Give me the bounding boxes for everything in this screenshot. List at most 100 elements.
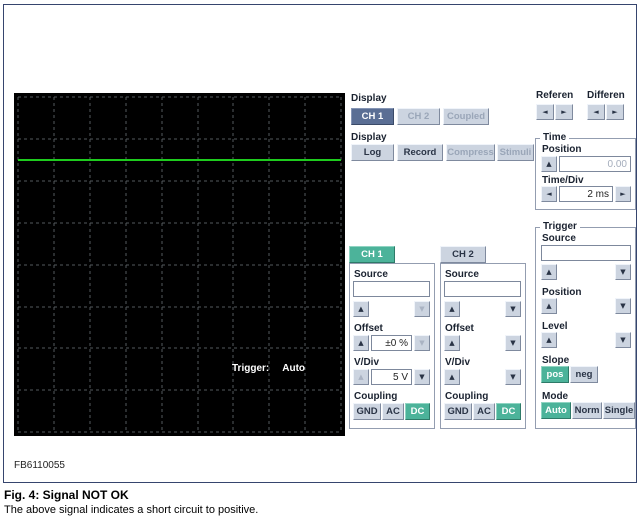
ch2-source-up-button[interactable]: ▲: [444, 301, 460, 317]
figure-caption-text: The above signal indicates a short circu…: [4, 504, 259, 516]
slope-pos-button[interactable]: pos: [541, 366, 569, 383]
compress-button[interactable]: Compress: [446, 144, 495, 161]
difference-label: Differen: [587, 90, 625, 101]
ch1-coupling-ac-button[interactable]: AC: [382, 403, 404, 420]
down-arrow-icon: ▼: [620, 301, 626, 310]
trigger-mode-label: Mode: [542, 391, 569, 402]
ch2-vdiv-up-button[interactable]: ▲: [444, 369, 460, 385]
up-arrow-icon: ▲: [449, 304, 455, 313]
trigger-position-up-button[interactable]: ▲: [541, 298, 557, 314]
ch1-offset-up-button[interactable]: ▲: [353, 335, 369, 351]
ch2-coupling-dc-button[interactable]: DC: [496, 403, 521, 420]
display-ch1-button[interactable]: CH 1: [351, 108, 394, 125]
ch1-vdiv-label: V/Div: [354, 357, 380, 368]
ch2-offset-down-button[interactable]: ▼: [505, 335, 521, 351]
slope-neg-button[interactable]: neg: [570, 366, 598, 383]
trigger-readout-label: Trigger:: [232, 363, 270, 374]
left-arrow-icon: ◄: [593, 107, 599, 116]
time-position-label: Position: [542, 144, 582, 155]
time-div-decrease-button[interactable]: ◄: [541, 186, 557, 202]
ch2-source-label: Source: [445, 269, 479, 280]
ch2-vdiv-label: V/Div: [445, 357, 471, 368]
ch2-coupling-ac-button[interactable]: AC: [473, 403, 495, 420]
ch1-vdiv-up-button[interactable]: ▲: [353, 369, 369, 385]
trigger-source-down-button[interactable]: ▼: [615, 264, 631, 280]
trigger-level-down-button[interactable]: ▼: [615, 332, 631, 348]
trigger-position-label: Position: [542, 287, 582, 298]
page: Trigger: Auto Display CH 1 CH 2 Coupled …: [0, 0, 644, 532]
down-arrow-icon: ▼: [510, 304, 516, 313]
time-div-label: Time/Div: [542, 175, 584, 186]
display-ch2-button[interactable]: CH 2: [397, 108, 440, 125]
trigger-level-up-button[interactable]: ▲: [541, 332, 557, 348]
ch2-offset-label: Offset: [445, 323, 474, 334]
ch1-coupling-gnd-button[interactable]: GND: [353, 403, 381, 420]
ch2-coupling-gnd-button[interactable]: GND: [444, 403, 472, 420]
up-arrow-icon: ▲: [546, 335, 552, 344]
ch1-offset-down-button[interactable]: ▼: [414, 335, 430, 351]
ch1-tab-button[interactable]: CH 1: [349, 246, 395, 263]
time-div-field[interactable]: [559, 186, 613, 202]
difference-prev-button[interactable]: ◄: [587, 104, 605, 120]
ch1-source-label: Source: [354, 269, 388, 280]
up-arrow-icon: ▲: [358, 338, 364, 347]
down-arrow-icon: ▼: [419, 372, 425, 381]
trigger-source-field[interactable]: [541, 245, 631, 261]
trigger-level-label: Level: [542, 321, 568, 332]
ch1-vdiv-down-button[interactable]: ▼: [414, 369, 430, 385]
left-arrow-icon: ◄: [542, 107, 548, 116]
ch2-offset-up-button[interactable]: ▲: [444, 335, 460, 351]
up-arrow-icon: ▲: [546, 159, 552, 168]
difference-next-button[interactable]: ►: [606, 104, 624, 120]
reference-next-button[interactable]: ►: [555, 104, 573, 120]
ch1-coupling-label: Coupling: [354, 391, 398, 402]
ch1-offset-field[interactable]: [371, 335, 412, 351]
trigger-position-down-button[interactable]: ▼: [615, 298, 631, 314]
ch2-coupling-label: Coupling: [445, 391, 489, 402]
up-arrow-icon: ▲: [449, 338, 455, 347]
ch1-source-down-button[interactable]: ▼: [414, 301, 430, 317]
up-arrow-icon: ▲: [449, 372, 455, 381]
ch1-offset-label: Offset: [354, 323, 383, 334]
trigger-readout: Trigger: Auto: [232, 363, 305, 374]
up-arrow-icon: ▲: [546, 301, 552, 310]
down-arrow-icon: ▼: [510, 372, 516, 381]
mode-single-button[interactable]: Single: [603, 402, 635, 419]
reference-prev-button[interactable]: ◄: [536, 104, 554, 120]
mode-norm-button[interactable]: Norm: [572, 402, 602, 419]
time-position-up-button[interactable]: ▲: [541, 156, 557, 172]
oscilloscope-display: Trigger: Auto: [14, 93, 345, 436]
trigger-slope-label: Slope: [542, 355, 570, 366]
reference-label: Referen: [536, 90, 574, 101]
ch2-source-down-button[interactable]: ▼: [505, 301, 521, 317]
trigger-source-label: Source: [542, 233, 576, 244]
ch1-coupling-dc-button[interactable]: DC: [405, 403, 430, 420]
left-arrow-icon: ◄: [546, 189, 552, 198]
ch1-source-up-button[interactable]: ▲: [353, 301, 369, 317]
down-arrow-icon: ▼: [419, 304, 425, 313]
ch1-vdiv-field[interactable]: [371, 369, 412, 385]
up-arrow-icon: ▲: [358, 372, 364, 381]
ch1-source-field[interactable]: [353, 281, 430, 297]
trigger-source-up-button[interactable]: ▲: [541, 264, 557, 280]
stimuli-button[interactable]: Stimuli: [497, 144, 534, 161]
display-channels-label: Display: [351, 93, 387, 104]
figure-caption-title: Fig. 4: Signal NOT OK: [4, 488, 129, 502]
mode-auto-button[interactable]: Auto: [541, 402, 571, 419]
figure-code: FB6110055: [14, 460, 65, 471]
log-button[interactable]: Log: [351, 144, 394, 161]
down-arrow-icon: ▼: [510, 338, 516, 347]
record-button[interactable]: Record: [397, 144, 443, 161]
display-modes-label: Display: [351, 132, 387, 143]
up-arrow-icon: ▲: [358, 304, 364, 313]
time-div-increase-button[interactable]: ►: [615, 186, 631, 202]
right-arrow-icon: ►: [561, 107, 567, 116]
ch2-vdiv-down-button[interactable]: ▼: [505, 369, 521, 385]
time-group-label: Time: [540, 132, 570, 143]
trigger-group-label: Trigger: [540, 221, 580, 232]
ch2-source-field[interactable]: [444, 281, 521, 297]
right-arrow-icon: ►: [612, 107, 618, 116]
ch2-tab-button[interactable]: CH 2: [440, 246, 486, 263]
time-position-field[interactable]: [559, 156, 631, 172]
display-coupled-button[interactable]: Coupled: [443, 108, 489, 125]
